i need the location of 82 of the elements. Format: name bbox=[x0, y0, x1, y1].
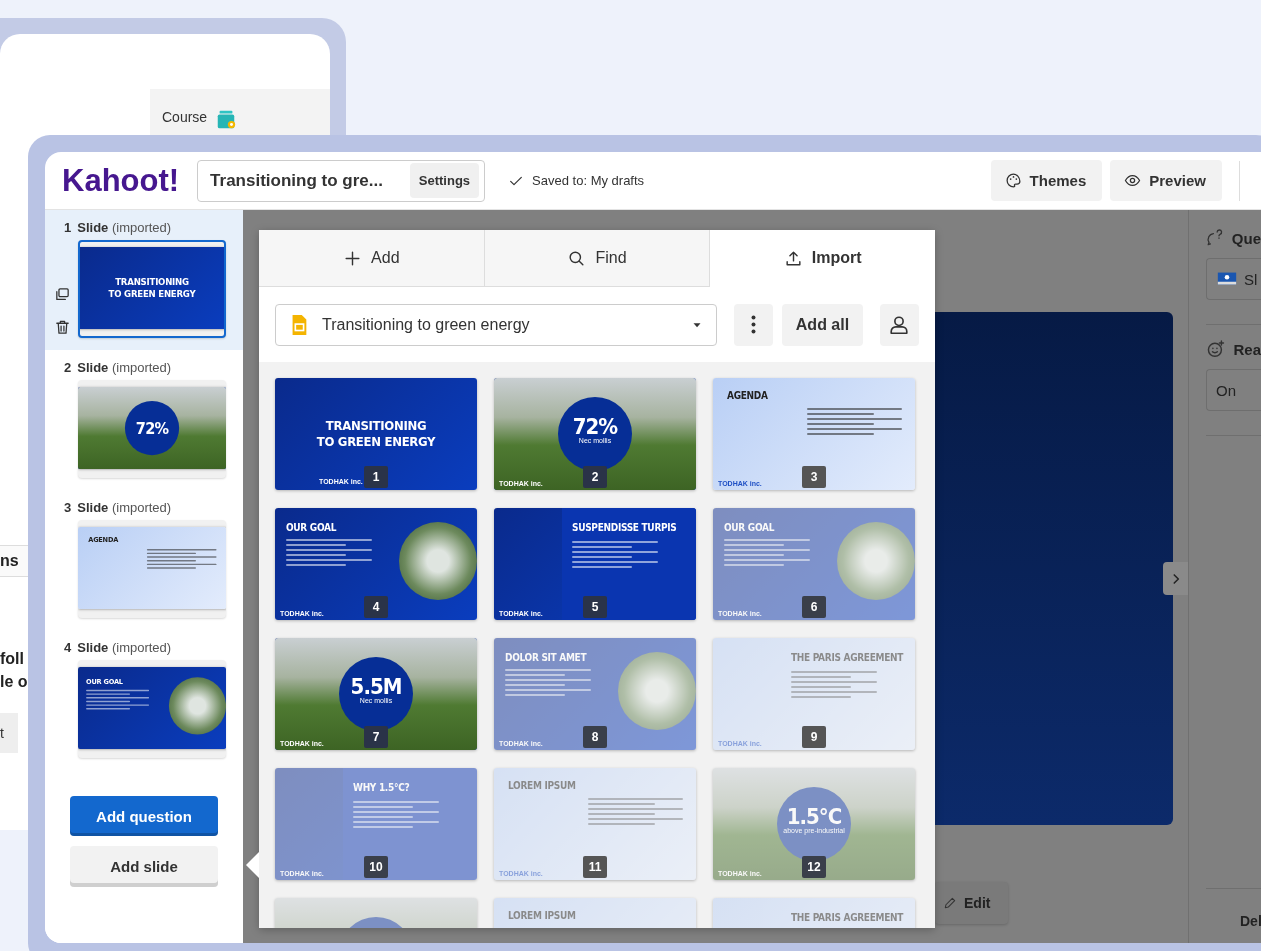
title-field[interactable]: Transitioning to gre... Settings bbox=[197, 159, 486, 202]
more-icon bbox=[751, 315, 756, 334]
duplicate-icon bbox=[54, 286, 71, 303]
upload-icon bbox=[783, 248, 803, 268]
dropdown-value: On bbox=[1216, 381, 1236, 399]
slide-number-badge: 12 bbox=[802, 856, 826, 878]
logo: Kahoot! bbox=[62, 162, 180, 199]
slide-number-badge: 3 bbox=[802, 466, 826, 488]
stat-value: 72% bbox=[135, 418, 169, 438]
dropdown-field[interactable]: On bbox=[1206, 369, 1261, 411]
slide-title: DOLOR SIT AMET bbox=[505, 652, 588, 663]
slide-number-badge: 9 bbox=[802, 726, 826, 748]
add-slide-button[interactable]: Add slide bbox=[70, 846, 218, 887]
slide-number-badge: 6 bbox=[802, 596, 826, 618]
slide-title: AGENDA bbox=[727, 390, 769, 401]
emoji-icon bbox=[1206, 339, 1226, 359]
slide-label: Slide (imported) bbox=[77, 360, 172, 375]
tab[interactable]: Import bbox=[710, 230, 935, 287]
slide-number-badge: 2 bbox=[583, 466, 607, 488]
slide-number-badge: 4 bbox=[364, 596, 388, 618]
add-question-button[interactable]: Add question bbox=[70, 796, 218, 836]
stat-value: 5.5M bbox=[350, 674, 402, 699]
preview-button[interactable]: Preview bbox=[1110, 160, 1222, 201]
slide-index: 1 bbox=[64, 220, 72, 235]
stat-value: 72% bbox=[572, 414, 618, 439]
edit-button[interactable]: Edit bbox=[935, 882, 1009, 924]
palette-icon bbox=[1004, 172, 1022, 189]
slide-number-badge: 11 bbox=[583, 856, 607, 878]
slide-title: LOREM IPSUM bbox=[508, 780, 577, 791]
slide-title: LOREM IPSUM bbox=[508, 910, 577, 921]
slide-number-badge: 7 bbox=[364, 726, 388, 748]
slide-number-badge: 5 bbox=[583, 596, 607, 618]
heading-text: ns bbox=[0, 552, 19, 570]
slide-label: Slide (imported) bbox=[77, 220, 172, 235]
text-lines-drawing bbox=[86, 689, 150, 710]
section-heading: Rea bbox=[1233, 340, 1261, 358]
slide-label: Slide (imported) bbox=[77, 640, 172, 655]
dropdown-value: Sl bbox=[1244, 270, 1258, 288]
slide-title: WHY 1.5°C? bbox=[353, 782, 411, 793]
slide-index: 3 bbox=[64, 500, 72, 515]
add-all-button[interactable]: Add all bbox=[782, 303, 863, 346]
account-button[interactable] bbox=[879, 303, 919, 346]
slide-title: TRANSITIONING TO GREEN ENERGY bbox=[108, 276, 196, 300]
slide-index: 2 bbox=[64, 360, 72, 375]
themes-button[interactable]: Themes bbox=[990, 160, 1103, 201]
slide-list-item[interactable]: 1 Slide (imported) TRANSITIONING TO GREEN ENERGY bbox=[45, 210, 243, 350]
slide-thumbnail[interactable]: 72% bbox=[78, 387, 226, 470]
slide-title: TRANSITIONING TO GREEN ENERGY bbox=[316, 418, 436, 450]
question-bubble-icon bbox=[1206, 228, 1224, 248]
slide-title: THE PARIS AGREEMENT bbox=[791, 912, 905, 923]
dropdown-field[interactable]: Sl bbox=[1206, 258, 1261, 300]
slide-title: THE PARIS AGREEMENT bbox=[791, 652, 905, 663]
eye-icon bbox=[1124, 172, 1142, 189]
slide-thumbnail[interactable]: TRANSITIONING TO GREEN ENERGY bbox=[80, 247, 224, 330]
slide-label: Slide (imported) bbox=[77, 500, 172, 515]
tab[interactable]: Add bbox=[259, 230, 485, 287]
more-button[interactable] bbox=[734, 303, 773, 346]
tab[interactable]: Find bbox=[484, 230, 711, 287]
source-dropdown[interactable]: Transitioning to green energy bbox=[275, 303, 717, 346]
user-icon bbox=[888, 313, 911, 336]
course-icon bbox=[215, 109, 238, 131]
title-text: Transitioning to gre... bbox=[210, 170, 384, 191]
settings-button[interactable]: Settings bbox=[409, 163, 480, 198]
next-button[interactable] bbox=[1163, 562, 1188, 595]
slide-number-badge: 1 bbox=[364, 466, 388, 488]
tab-label: Course bbox=[162, 109, 208, 125]
slide-title: SUSPENDISSE TURPIS bbox=[572, 522, 678, 533]
stat-value: 1.5°C bbox=[786, 804, 842, 829]
pencil-icon bbox=[943, 896, 957, 910]
dropdown-value: Transitioning to green energy bbox=[322, 315, 531, 334]
paragraph-text: foll le o bbox=[0, 649, 28, 692]
trash-icon bbox=[54, 319, 71, 336]
save-status: Saved to: My drafts bbox=[532, 173, 645, 188]
slide-title: OUR GOAL bbox=[286, 522, 338, 533]
plus-icon bbox=[343, 248, 363, 268]
delete-button[interactable]: Del bbox=[1206, 889, 1261, 929]
button[interactable]: t bbox=[0, 713, 18, 753]
slide-index: 4 bbox=[64, 640, 72, 655]
slide-number-badge: 8 bbox=[583, 726, 607, 748]
section-heading: Que bbox=[1231, 229, 1261, 247]
slide-title: OUR GOAL bbox=[724, 522, 776, 533]
slide-number-badge: 10 bbox=[364, 856, 388, 878]
